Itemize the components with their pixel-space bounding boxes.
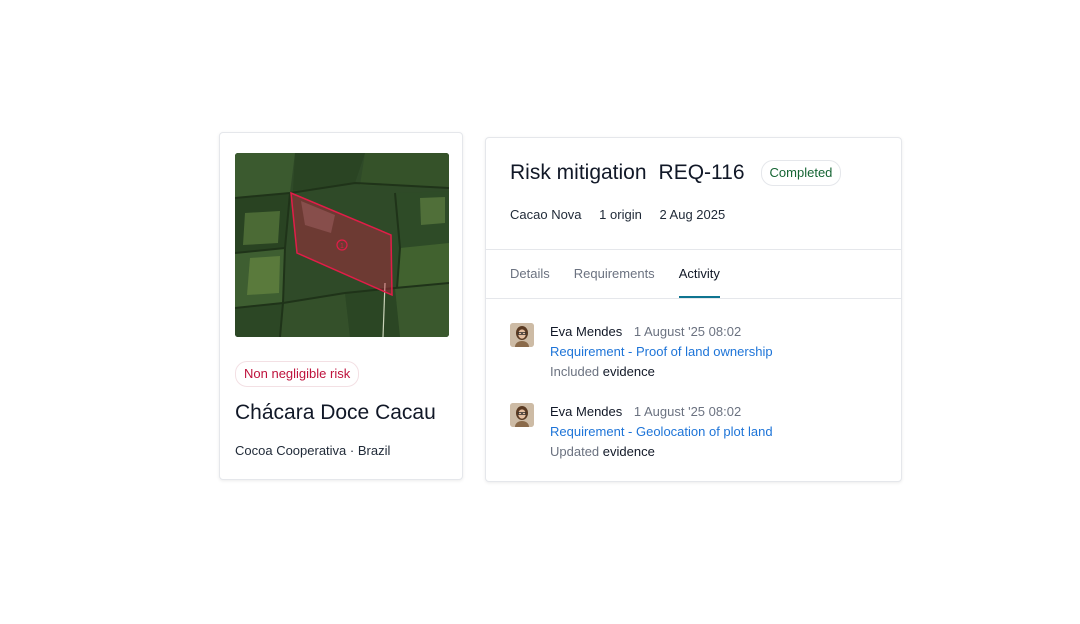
status-badge: Completed bbox=[760, 160, 842, 186]
activity-requirement-link[interactable]: Requirement - Proof of land ownership bbox=[550, 342, 773, 362]
activity-object: evidence bbox=[602, 444, 655, 459]
plot-name: Chácara Doce Cacau bbox=[235, 401, 436, 424]
activity-item: Eva Mendes 1 August '25 08:02 Requiremen… bbox=[510, 322, 880, 382]
user-avatar-icon bbox=[510, 323, 534, 347]
activity-verb: Updated bbox=[550, 444, 600, 459]
page: 1 Non negligible risk Chácara Doce Cacau… bbox=[0, 0, 1080, 624]
divider bbox=[486, 298, 901, 299]
risk-badge: Non negligible risk bbox=[235, 361, 360, 387]
plot-card[interactable]: 1 Non negligible risk Chácara Doce Cacau… bbox=[219, 132, 463, 480]
tab-requirements[interactable]: Requirements bbox=[574, 250, 655, 298]
activity-object: evidence bbox=[602, 364, 655, 379]
activity-item: Eva Mendes 1 August '25 08:02 Requiremen… bbox=[510, 402, 880, 462]
satellite-map[interactable]: 1 bbox=[235, 153, 449, 337]
request-date: 2 Aug 2025 bbox=[659, 207, 726, 222]
request-origins: 1 origin bbox=[599, 207, 642, 222]
activity-list: Eva Mendes 1 August '25 08:02 Requiremen… bbox=[510, 322, 880, 482]
user-avatar-icon bbox=[510, 403, 534, 427]
request-detail-card: Risk mitigation REQ-116 Completed Cacao … bbox=[485, 137, 902, 482]
activity-time: 1 August '25 08:02 bbox=[633, 324, 742, 339]
activity-time: 1 August '25 08:02 bbox=[633, 404, 742, 419]
activity-verb: Included bbox=[550, 364, 600, 379]
request-id: REQ-116 bbox=[658, 161, 745, 184]
activity-user: Eva Mendes bbox=[550, 324, 623, 339]
tab-details[interactable]: Details bbox=[510, 250, 550, 298]
activity-requirement-link[interactable]: Requirement - Geolocation of plot land bbox=[550, 422, 773, 442]
tab-bar: Details Requirements Activity bbox=[510, 250, 744, 298]
map-marker-label: 1 bbox=[340, 243, 344, 250]
request-title: Risk mitigation bbox=[510, 161, 647, 184]
activity-body: Eva Mendes 1 August '25 08:02 Requiremen… bbox=[550, 322, 773, 382]
activity-user: Eva Mendes bbox=[550, 404, 623, 419]
plot-meta: Cocoa Cooperativa · Brazil bbox=[235, 443, 391, 458]
request-header: Risk mitigation REQ-116 Completed bbox=[510, 160, 842, 186]
tab-activity[interactable]: Activity bbox=[678, 250, 721, 298]
request-meta: Cacao Nova 1 origin 2 Aug 2025 bbox=[510, 207, 739, 222]
activity-body: Eva Mendes 1 August '25 08:02 Requiremen… bbox=[550, 402, 773, 462]
request-company: Cacao Nova bbox=[510, 207, 582, 222]
satellite-map-image: 1 bbox=[235, 153, 449, 337]
